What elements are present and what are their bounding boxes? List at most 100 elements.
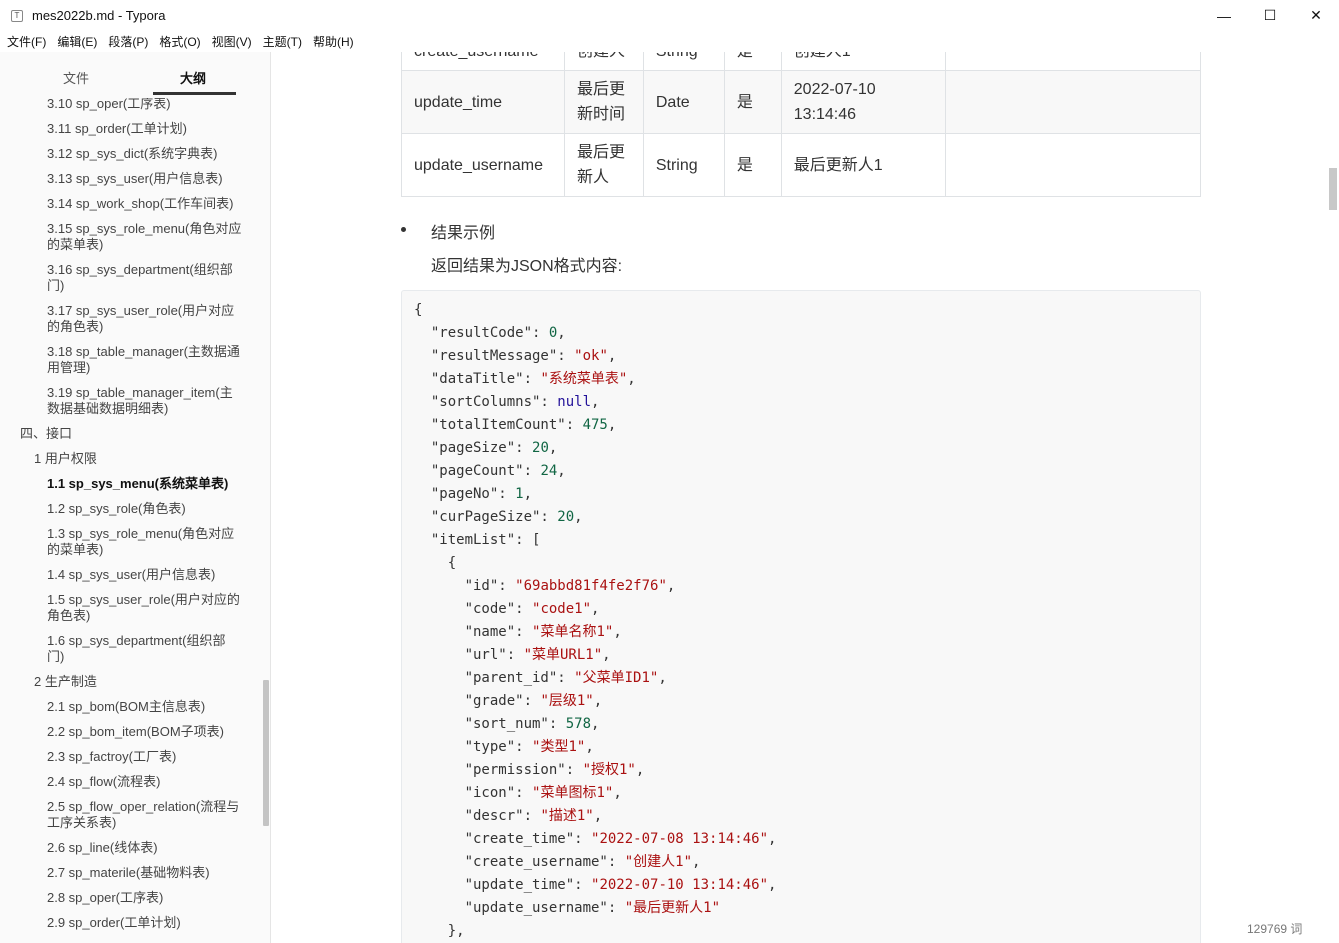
table-cell[interactable]: String bbox=[642, 133, 725, 197]
outline-item[interactable]: 1.6 sp_sys_department(组织部门) bbox=[0, 629, 262, 670]
table-cell[interactable]: 2022-07-10 13:14:46 bbox=[780, 70, 946, 134]
outline-item[interactable]: 2.7 sp_materile(基础物料表) bbox=[0, 861, 262, 886]
outline-item[interactable]: 2.1 sp_bom(BOM主信息表) bbox=[0, 695, 262, 720]
code-line: "curPageSize": 20, bbox=[414, 506, 1188, 529]
outline-item[interactable]: 3.17 sp_sys_user_role(用户对应的角色表) bbox=[0, 299, 262, 340]
table-row: update_username 最后更新人 String 是最后更新人1 bbox=[401, 133, 1202, 197]
code-token: , bbox=[768, 877, 777, 893]
outline-item[interactable]: 3.11 sp_order(工单计划) bbox=[0, 117, 262, 142]
code-token: "层级1" bbox=[540, 693, 594, 709]
table-cell[interactable]: update_time bbox=[401, 70, 565, 134]
outline-items: 3.10 sp_oper(工序表) 3.11 sp_order(工单计划) 3.12… bbox=[0, 98, 262, 936]
table-cell[interactable]: 最后更新时间 bbox=[563, 70, 644, 134]
editor-scrollbar[interactable] bbox=[1329, 168, 1337, 210]
code-token: "sortColumns": bbox=[414, 394, 558, 410]
code-token: 20 bbox=[532, 440, 549, 456]
outline-item[interactable]: 2.4 sp_flow(流程表) bbox=[0, 770, 262, 795]
menu-theme[interactable]: 主题(T) bbox=[263, 33, 302, 50]
menu-help[interactable]: 帮助(H) bbox=[313, 33, 354, 50]
table-cell[interactable] bbox=[944, 52, 1202, 71]
table-cell[interactable]: 是 bbox=[723, 133, 782, 197]
table-cell[interactable]: 创建人1 bbox=[780, 52, 946, 71]
outline-item[interactable]: 3.18 sp_table_manager(主数据通用管理) bbox=[0, 340, 262, 381]
code-line: "sort_num": 578, bbox=[414, 713, 1188, 736]
outline-item[interactable]: 2.2 sp_bom_item(BOM子项表) bbox=[0, 720, 262, 745]
active-tab-indicator bbox=[153, 92, 236, 95]
maximize-button[interactable]: ☐ bbox=[1247, 0, 1293, 31]
code-token: "菜单URL1" bbox=[523, 647, 603, 663]
table-cell[interactable]: 创建人 bbox=[563, 52, 644, 71]
code-line: "resultMessage": "ok", bbox=[414, 345, 1188, 368]
code-token: , bbox=[692, 854, 701, 870]
table-cell[interactable] bbox=[944, 133, 1202, 197]
minimize-button[interactable]: — bbox=[1201, 0, 1247, 31]
outline-item[interactable]: 2.9 sp_order(工单计划) bbox=[0, 911, 262, 936]
table-cell[interactable]: 最后更新人 bbox=[563, 133, 644, 197]
code-token: "create_time": bbox=[414, 831, 592, 847]
tab-files[interactable]: 文件 bbox=[63, 68, 89, 87]
code-token: "系统菜单表" bbox=[540, 371, 628, 387]
code-line: "pageNo": 1, bbox=[414, 483, 1188, 506]
code-token: "update_time": bbox=[414, 877, 592, 893]
code-line: "update_username": "最后更新人1" bbox=[414, 897, 1188, 920]
window-controls: — ☐ ✕ bbox=[1201, 0, 1339, 31]
menu-file[interactable]: 文件(F) bbox=[7, 33, 46, 50]
table-cell[interactable]: create_username bbox=[401, 52, 565, 71]
outline-item[interactable]: 3.14 sp_work_shop(工作车间表) bbox=[0, 192, 262, 217]
sidebar-scrollbar[interactable] bbox=[263, 680, 269, 826]
close-button[interactable]: ✕ bbox=[1293, 0, 1339, 31]
outline-item[interactable]: 1.5 sp_sys_user_role(用户对应的角色表) bbox=[0, 588, 262, 629]
code-line: }, bbox=[414, 920, 1188, 943]
list-item-text: 结果示例 bbox=[431, 225, 496, 242]
table-cell[interactable]: update_username bbox=[401, 133, 565, 197]
table-cell[interactable]: 是 bbox=[723, 52, 782, 71]
code-token: "pageNo": bbox=[414, 486, 516, 502]
json-code-block[interactable]: { "resultCode": 0, "resultMessage": "ok"… bbox=[401, 290, 1201, 943]
code-token: , bbox=[627, 371, 636, 387]
outline-item[interactable]: 3.19 sp_table_manager_item(主数据基础数据明细表) bbox=[0, 381, 262, 422]
table-cell[interactable]: 是 bbox=[723, 70, 782, 134]
menu-edit[interactable]: 编辑(E) bbox=[57, 33, 97, 50]
code-line: "pageCount": 24, bbox=[414, 460, 1188, 483]
table-cell[interactable] bbox=[944, 70, 1202, 134]
outline-item[interactable]: 1.1 sp_sys_menu(系统菜单表) bbox=[0, 472, 262, 497]
code-token: "grade": bbox=[414, 693, 541, 709]
outline-item[interactable]: 3.13 sp_sys_user(用户信息表) bbox=[0, 167, 262, 192]
outline-item[interactable]: 2.6 sp_line(线体表) bbox=[0, 836, 262, 861]
outline-item[interactable]: 3.15 sp_sys_role_menu(角色对应的菜单表) bbox=[0, 217, 262, 258]
menu-paragraph[interactable]: 段落(P) bbox=[108, 33, 148, 50]
code-token: 1 bbox=[515, 486, 524, 502]
table-cell[interactable]: String bbox=[642, 52, 725, 71]
table-cell[interactable]: Date bbox=[642, 70, 725, 134]
code-token: 20 bbox=[557, 509, 575, 525]
editor: create_username创建人String是创建人1update_time… bbox=[272, 52, 1328, 943]
outline-item[interactable]: 2.8 sp_oper(工序表) bbox=[0, 886, 262, 911]
outline-item[interactable]: 2.3 sp_factroy(工厂表) bbox=[0, 745, 262, 770]
code-token: , bbox=[607, 417, 617, 433]
code-token: "create_username": bbox=[414, 854, 625, 870]
outline-item[interactable]: 1.2 sp_sys_role(角色表) bbox=[0, 497, 262, 522]
outline-item[interactable]: 1 用户权限 bbox=[0, 447, 262, 472]
code-line: "pageSize": 20, bbox=[414, 437, 1188, 460]
code-token: "totalItemCount": bbox=[414, 417, 583, 433]
code-token: "type": bbox=[414, 739, 533, 755]
menu-view[interactable]: 视图(V) bbox=[212, 33, 252, 50]
outline-item[interactable]: 1.4 sp_sys_user(用户信息表) bbox=[0, 563, 262, 588]
code-token: , bbox=[585, 739, 594, 755]
word-count[interactable]: 129769 词 bbox=[1247, 920, 1302, 937]
tab-outline[interactable]: 大纲 bbox=[180, 68, 206, 87]
code-line: "parent_id": "父菜单ID1", bbox=[414, 667, 1188, 690]
code-token: "curPageSize": bbox=[414, 509, 558, 525]
code-token: "菜单名称1" bbox=[532, 624, 614, 640]
table-cell[interactable]: 最后更新人1 bbox=[780, 133, 946, 197]
outline-item[interactable]: 1.3 sp_sys_role_menu(角色对应的菜单表) bbox=[0, 522, 262, 563]
outline-item[interactable]: 3.12 sp_sys_dict(系统字典表) bbox=[0, 142, 262, 167]
code-token: "69abbd81f4fe2f76" bbox=[515, 578, 667, 594]
outline-item[interactable]: 2.5 sp_flow_oper_relation(流程与工序关系表) bbox=[0, 795, 262, 836]
menu-format[interactable]: 格式(O) bbox=[159, 33, 200, 50]
outline-item[interactable]: 3.10 sp_oper(工序表) bbox=[0, 98, 262, 117]
outline-item[interactable]: 四、接口 bbox=[0, 422, 262, 447]
outline-item[interactable]: 2 生产制造 bbox=[0, 670, 262, 695]
code-token: "2022-07-10 13:14:46" bbox=[591, 877, 769, 893]
outline-item[interactable]: 3.16 sp_sys_department(组织部门) bbox=[0, 258, 262, 299]
